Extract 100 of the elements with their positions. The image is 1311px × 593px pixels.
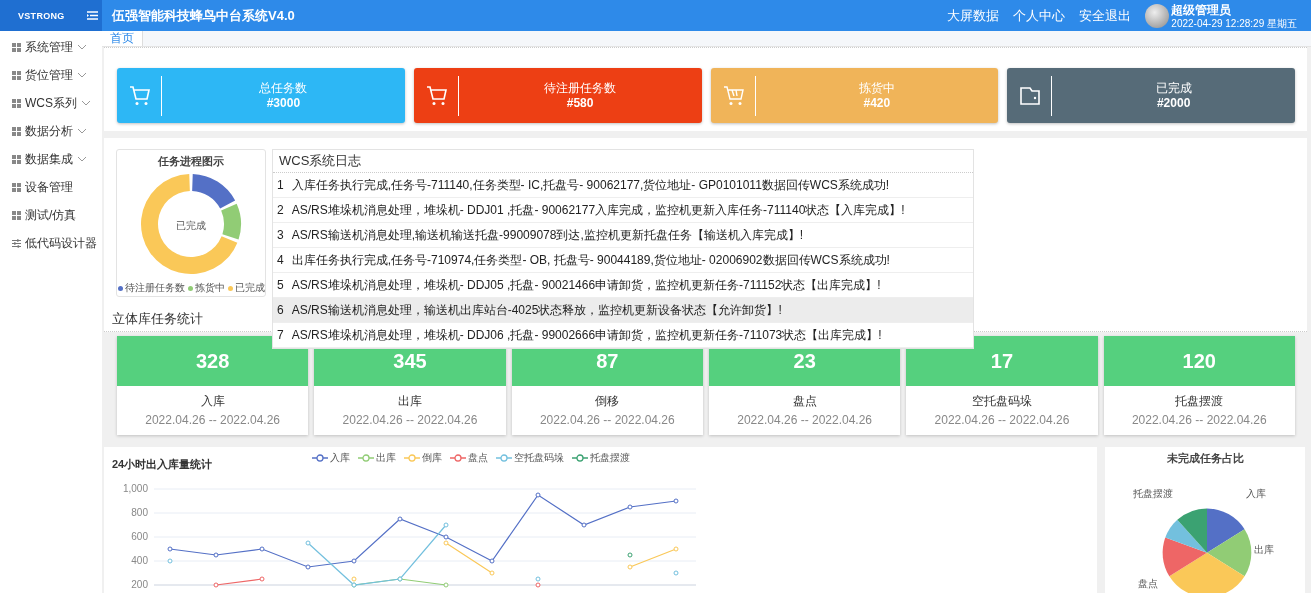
pie-label: 入库: [1246, 487, 1267, 499]
grid-icon: [12, 126, 21, 136]
row-number: 4: [277, 253, 284, 267]
wallet-icon: [1019, 84, 1042, 107]
chevron-down-icon: [77, 72, 87, 78]
legend-label: 待注册任务数: [124, 281, 185, 295]
header-link[interactable]: 大屏数据: [947, 6, 1000, 25]
task-card-value: #2000: [1156, 95, 1191, 111]
date-range: 2022.04.26 -- 2022.04.26: [342, 413, 478, 427]
chart-title: 24小时出入库量统计: [112, 457, 214, 472]
row-number: 5: [277, 278, 284, 292]
log-row[interactable]: 3 AS/RS输送机消息处理,输送机输送托盘-99009078到达,监控机更新托盘任务【输送机入库完成】!: [273, 223, 973, 248]
grid-icon: [12, 210, 21, 220]
sidebar-item[interactable]: 数据分析: [0, 117, 102, 145]
legend-line-icon[interactable]: [496, 454, 512, 462]
log-message: 入库任务执行完成,任务号-711140,任务类型- IC,托盘号- 90062177,货位地址- GP0101011数据回传WCS系统成功!: [291, 176, 890, 194]
log-message: AS/RS堆垛机消息处理，堆垛机- DDJ05 ,托盘- 90021466申请卸货，监控机更新任务-711152状态【出库完成】!: [291, 276, 881, 294]
cart-icon: [129, 84, 151, 107]
date-range: 2022.04.26 -- 2022.04.26: [539, 413, 675, 427]
log-row[interactable]: 4 出库任务执行完成,任务号-710974,任务类型- OB, 托盘号- 90044189,货位地址- 02006902数据回传WCS系统成功!: [273, 248, 973, 273]
task-card-label: 已完成: [1155, 80, 1192, 96]
grid-icon: [12, 154, 21, 164]
stat-value: 120: [1103, 336, 1295, 386]
stat-label: 倒移: [595, 393, 620, 410]
pie-label: 出库: [1254, 543, 1275, 555]
user-name[interactable]: 超级管理员: [1171, 3, 1297, 17]
log-title: WCS系统日志: [273, 150, 973, 173]
grid-icon: [12, 98, 21, 108]
legend-line-icon[interactable]: [572, 454, 588, 462]
axis-tick-label: 1,000: [122, 483, 148, 494]
legend-label: 拣货中: [194, 281, 225, 295]
axis-tick-label: 600: [131, 531, 148, 542]
menu-icon[interactable]: [87, 11, 98, 20]
sliders-icon: [12, 238, 21, 248]
sidebar-item[interactable]: 设备管理: [0, 173, 102, 201]
legend-label: 空托盘码垛: [514, 451, 564, 465]
log-message: AS/RS堆垛机消息处理，堆垛机- DDJ01 ,托盘- 90062177入库完成，监控机更新入库任务-711140状态【入库完成】!: [291, 201, 905, 219]
logo-text: VSTRONG: [18, 10, 65, 21]
legend-line-icon[interactable]: [312, 454, 328, 462]
stat-label: 入库: [200, 393, 225, 410]
chevron-down-icon: [77, 44, 87, 50]
task-card-label: 总任务数: [259, 80, 308, 96]
cart-icon: [722, 84, 745, 107]
stat-label: 托盘摆渡: [1175, 393, 1224, 410]
chevron-down-icon: [81, 100, 91, 106]
log-row[interactable]: 6 AS/RS输送机消息处理，输送机出库站台-4025状态释放，监控机更新设备状态【允许卸货】!: [273, 298, 973, 323]
legend-label: 倒库: [422, 451, 442, 465]
log-message: 出库任务执行完成,任务号-710974,任务类型- OB, 托盘号- 90044189,货位地址- 02006902数据回传WCS系统成功!: [291, 251, 890, 269]
axis-tick-label: 200: [131, 579, 148, 590]
stat-label: 盘点: [792, 393, 817, 410]
grid-icon: [12, 70, 21, 80]
date-range: 2022.04.26 -- 2022.04.26: [1131, 413, 1267, 427]
row-number: 3: [277, 228, 284, 242]
log-message: AS/RS输送机消息处理,输送机输送托盘-99009078到达,监控机更新托盘任务【输送机入库完成】!: [291, 226, 804, 244]
row-number: 2: [277, 203, 284, 217]
task-card-value: #420: [863, 95, 891, 111]
stat-label: 空托盘码垛: [971, 393, 1032, 410]
date-range: 2022.04.26 -- 2022.04.26: [737, 413, 873, 427]
chart-title: 任务进程图示: [158, 154, 224, 169]
pie-label: 盘点: [1137, 578, 1158, 590]
header-link[interactable]: 安全退出: [1079, 6, 1132, 25]
legend-label: 盘点: [468, 451, 488, 465]
legend-label: 出库: [376, 451, 396, 465]
chevron-down-icon: [77, 156, 87, 162]
log-row[interactable]: 2 AS/RS堆垛机消息处理，堆垛机- DDJ01 ,托盘- 90062177入库完成，监控机更新入库任务-711140状态【入库完成】!: [273, 198, 973, 223]
task-card-label: 待注册任务数: [544, 80, 617, 96]
legend-label: 已完成: [234, 281, 265, 295]
stat-value: 17: [906, 336, 1098, 386]
avatar[interactable]: [1145, 3, 1170, 28]
legend-line-icon[interactable]: [358, 454, 374, 462]
sidebar-item[interactable]: 测试/仿真: [0, 201, 102, 229]
date-time: 2022-04-29 12:28:29 星期五: [1171, 16, 1297, 30]
date-range: 2022.04.26 -- 2022.04.26: [934, 413, 1070, 427]
axis-tick-label: 800: [131, 507, 148, 518]
grid-icon: [12, 182, 21, 192]
sidebar-item[interactable]: 货位管理: [0, 61, 102, 89]
log-row[interactable]: 1 入库任务执行完成,任务号-711140,任务类型- IC,托盘号- 90062177,货位地址- GP0101011数据回传WCS系统成功!: [273, 173, 973, 198]
chart-title: 未完成任务占比: [1166, 451, 1244, 466]
sidebar-item[interactable]: 系统管理: [0, 33, 102, 61]
legend-label: 入库: [330, 451, 350, 465]
date-range: 2022.04.26 -- 2022.04.26: [145, 413, 281, 427]
stat-label: 出库: [398, 393, 422, 410]
tab[interactable]: 首页: [102, 31, 143, 46]
legend-line-icon[interactable]: [450, 454, 466, 462]
chevron-down-icon: [77, 128, 87, 134]
header-link[interactable]: 个人中心: [1013, 6, 1066, 25]
sidebar-item[interactable]: 低代码设计器: [0, 229, 102, 257]
legend-label: 托盘摆渡: [590, 451, 630, 465]
row-number: 1: [277, 178, 284, 192]
cart-icon: [425, 84, 448, 107]
task-card-value: #3000: [266, 95, 301, 111]
task-card-value: #580: [566, 95, 594, 111]
row-number: 6: [277, 303, 284, 317]
axis-tick-label: 400: [131, 555, 148, 566]
grid-icon: [12, 42, 21, 52]
pie-label: 托盘摆渡: [1133, 487, 1174, 499]
task-card-label: 拣货中: [858, 80, 895, 96]
donut-center-label: 已完成: [176, 219, 206, 233]
sidebar-item[interactable]: 数据集成: [0, 145, 102, 173]
sidebar-item[interactable]: WCS系列: [0, 89, 102, 117]
